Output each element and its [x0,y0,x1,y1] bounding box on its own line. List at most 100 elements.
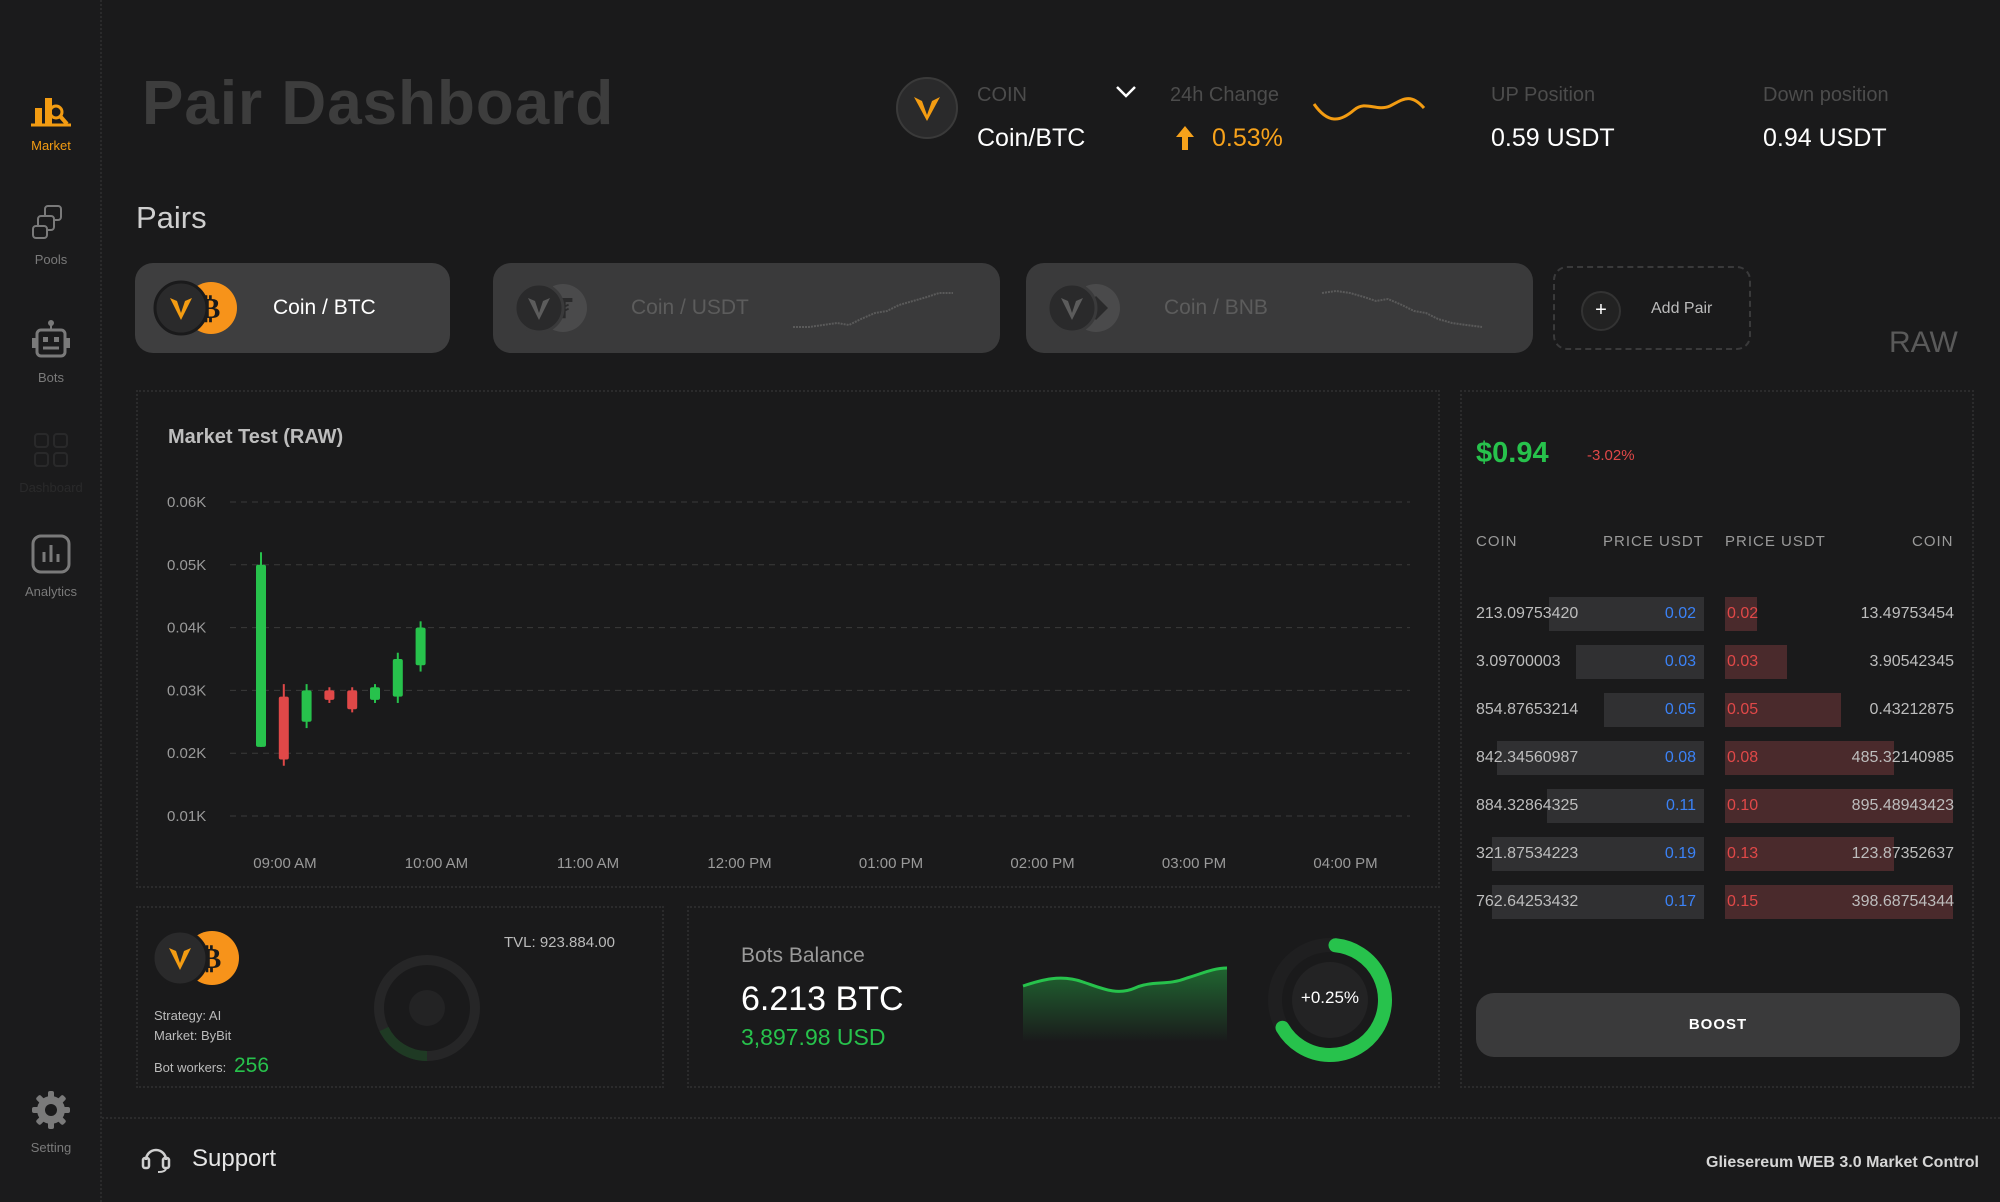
y-tick-label: 0.04K [167,620,206,637]
pairs-title: Pairs [136,200,207,235]
ask-coin: 485.32140985 [1851,749,1954,766]
bid-price: 0.05 [1664,701,1696,718]
y-tick-label: 0.01K [167,808,206,825]
dashboard-grid-icon [34,433,68,467]
y-tick-label: 0.06K [167,494,206,511]
coin-label: COIN [977,84,1027,106]
sidebar-item-analytics[interactable]: Analytics [0,532,102,599]
pair-card-bnb[interactable]: Coin / BNB [1026,263,1533,353]
orderbook-row[interactable]: 762.64253432 0.17 0.15 398.68754344 [1476,885,1956,919]
coin-wings-icon [914,97,940,121]
candle-body[interactable] [278,696,289,760]
sidebar-item-pools[interactable]: Pools [0,200,102,267]
support-link[interactable]: Support [192,1145,276,1173]
bot-icon [32,320,70,358]
sidebar-item-label: Market [31,138,71,153]
headset-icon [141,1148,171,1173]
orderbook-panel [1460,390,1974,1088]
add-pair-label: Add Pair [1651,300,1713,317]
market-text: Market: ByBit [154,1028,232,1043]
boost-button[interactable]: BOOST [1476,993,1960,1057]
orderbook-row[interactable]: 884.32864325 0.11 0.10 895.48943423 [1476,789,1956,823]
y-tick-label: 0.03K [167,682,206,699]
bid-price: 0.17 [1664,893,1696,910]
analytics-icon [31,534,71,574]
coin-logo [896,77,958,139]
bots-balance-usd: 3,897.98 USD [741,1024,886,1050]
candle-body[interactable] [324,690,335,700]
orderbook-row[interactable]: 3.09700003 0.03 0.03 3.90542345 [1476,645,1956,679]
change-label: 24h Change [1170,84,1279,106]
x-tick-label: 09:00 AM [253,855,316,872]
workers-label: Bot workers: [154,1060,227,1075]
ask-coin: 0.43212875 [1869,701,1954,718]
add-pair-button[interactable]: + Add Pair [1553,266,1751,350]
bid-coin: 3.09700003 [1476,653,1561,670]
plus-icon: + [1581,291,1621,331]
bid-coin: 321.87534223 [1476,845,1579,862]
page-title: Pair Dashboard [142,69,615,138]
orderbook-header-coin: COIN [1476,533,1518,550]
x-tick-label: 01:00 PM [859,855,923,872]
sidebar-item-label: Pools [34,252,68,267]
ask-price: 0.05 [1727,701,1759,718]
balance-area-chart [1022,966,1228,1042]
pair-card-usdt[interactable]: ₮ Coin / USDT [493,263,1000,353]
up-position-label: UP Position [1491,84,1596,106]
candlestick-chart[interactable]: 0.06K 0.05K 0.04K 0.03K 0.02K 0.01K 09:00 AM 10… [150,480,1430,880]
brand-text: Gliesereum WEB 3.0 Market Control [1706,1154,1979,1171]
ask-price: 0.02 [1727,605,1759,622]
pair-label: Coin / USDT [631,296,749,319]
gauge-text: +0.25% [1300,988,1360,1007]
bots-balance-label: Bots Balance [741,944,865,967]
arrow-up-icon [1176,126,1194,150]
pair-sparkline [793,292,953,328]
ask-price: 0.15 [1727,893,1759,910]
orderbook-row[interactable]: 854.87653214 0.05 0.05 0.43212875 [1476,693,1956,727]
sidebar-item-label: Analytics [24,584,78,599]
bots-balance-btc: 6.213 BTC [741,980,904,1018]
candle-body[interactable] [392,659,403,697]
sidebar-item-market[interactable]: Market [0,86,102,153]
ask-coin: 895.48943423 [1851,797,1954,814]
candle-body[interactable] [301,690,312,722]
x-tick-label: 12:00 PM [707,855,771,872]
bid-coin: 854.87653214 [1476,701,1579,718]
bid-price: 0.08 [1664,749,1696,766]
orderbook-row[interactable]: 213.09753420 0.02 0.02 13.49753454 [1476,597,1956,631]
footer-divider [102,1117,2000,1119]
candle-body[interactable] [347,690,358,710]
bid-price: 0.03 [1664,653,1696,670]
workers-value: 256 [234,1054,270,1077]
sidebar: Market Pools Bots Dashboard Analytics Se… [0,0,102,1202]
x-tick-label: 02:00 PM [1010,855,1074,872]
change-sparkline [1312,97,1426,121]
x-tick-label: 11:00 AM [557,855,619,872]
orderbook-row[interactable]: 842.34560987 0.08 0.08 485.32140985 [1476,741,1956,775]
bid-price: 0.02 [1664,605,1696,622]
x-tick-label: 10:00 AM [405,855,468,872]
candle-body[interactable] [415,627,426,666]
coin-btc-pair-icon: ₿ [153,280,237,336]
coin-bnb-pair-icon [1046,282,1120,334]
pair-card-btc[interactable]: ₿ Coin / BTC [135,263,450,353]
orderbook-change: -3.02% [1587,447,1635,464]
bots-balance-panel: Bots Balance 6.213 BTC 3,897.98 USD +0.2… [687,906,1440,1088]
candle-body[interactable] [370,687,380,700]
sidebar-item-bots[interactable]: Bots [0,318,102,385]
orderbook-row[interactable]: 321.87534223 0.19 0.13 123.87352637 [1476,837,1956,871]
pair-label: Coin / BTC [273,296,376,319]
orderbook-header-price: PRICE USDT [1725,533,1826,550]
sidebar-item-label: Bots [37,370,64,385]
chart-title: Market Test (RAW) [168,426,344,448]
candle-body[interactable] [256,564,266,747]
coin-btc-pair-icon: ₿ [151,929,239,987]
x-tick-label: 04:00 PM [1313,855,1377,872]
chevron-down-icon[interactable] [1114,84,1138,100]
sidebar-item-setting[interactable]: Setting [0,1088,102,1155]
sidebar-item-label: Dashboard [19,480,83,495]
sidebar-item-dashboard[interactable]: Dashboard [0,428,102,495]
ask-price: 0.10 [1727,797,1759,814]
ask-coin: 123.87352637 [1851,845,1954,862]
strategy-text: Strategy: AI [154,1008,222,1023]
